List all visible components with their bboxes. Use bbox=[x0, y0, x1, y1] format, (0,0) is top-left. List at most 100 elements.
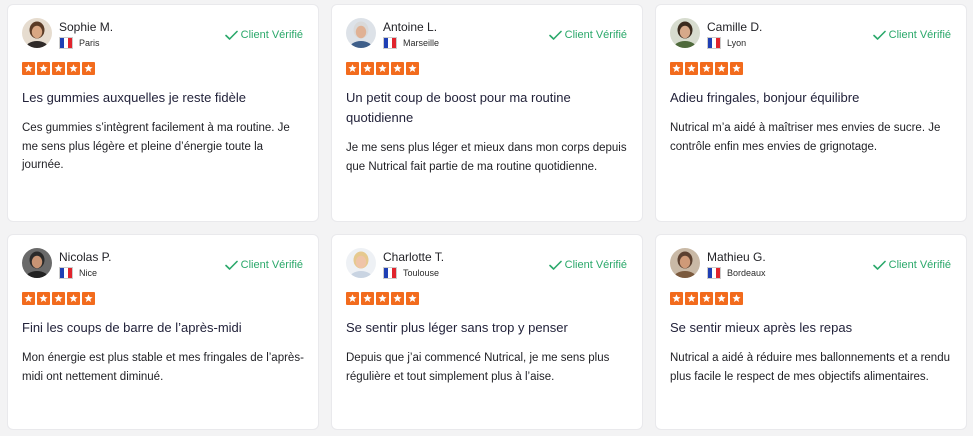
check-icon bbox=[872, 30, 886, 40]
star-icon bbox=[37, 292, 50, 305]
france-flag-icon bbox=[383, 267, 397, 279]
verified-label: Client Vérifié bbox=[240, 29, 303, 41]
star-icon bbox=[67, 62, 80, 75]
france-flag-icon bbox=[707, 267, 721, 279]
review-card: Charlotte T. Toulouse Client Vérifié Se … bbox=[331, 234, 643, 430]
avatar bbox=[22, 248, 52, 278]
star-icon bbox=[22, 292, 35, 305]
france-flag-icon bbox=[383, 37, 397, 49]
star-icon bbox=[391, 62, 404, 75]
star-icon bbox=[82, 62, 95, 75]
reviews-grid: Sophie M. Paris Client Vérifié Les gummi… bbox=[7, 4, 967, 430]
review-text: Nutrical m’a aidé à maîtriser mes envies… bbox=[670, 122, 941, 153]
review-text: Mon énergie est plus stable et mes fring… bbox=[22, 352, 304, 383]
reviewer-name: Mathieu G. bbox=[707, 250, 766, 264]
star-rating bbox=[670, 62, 952, 75]
star-rating bbox=[22, 62, 304, 75]
review-text: Nutrical a aidé à réduire mes ballonneme… bbox=[670, 352, 950, 383]
avatar bbox=[346, 18, 376, 48]
reviewer-location: Toulouse bbox=[383, 267, 444, 279]
check-icon bbox=[224, 30, 238, 40]
reviewer-city: Nice bbox=[79, 268, 98, 278]
review-title: Se sentir mieux après les repas bbox=[670, 320, 853, 335]
verified-label: Client Vérifié bbox=[888, 29, 951, 41]
star-icon bbox=[376, 292, 389, 305]
reviewer-city: Paris bbox=[79, 38, 100, 48]
reviewer-info: Sophie M. Paris bbox=[59, 18, 113, 49]
star-icon bbox=[700, 292, 713, 305]
avatar bbox=[22, 18, 52, 48]
verified-label: Client Vérifié bbox=[564, 29, 627, 41]
reviewer-location: Lyon bbox=[707, 37, 762, 49]
review-title: Les gummies auxquelles je reste fidèle bbox=[22, 90, 247, 105]
reviewer-city: Marseille bbox=[403, 38, 440, 48]
check-icon bbox=[548, 260, 562, 270]
star-icon bbox=[715, 62, 728, 75]
reviewer-city: Toulouse bbox=[403, 268, 440, 278]
star-icon bbox=[52, 292, 65, 305]
check-icon bbox=[224, 260, 238, 270]
avatar bbox=[670, 248, 700, 278]
review-text: Ces gummies s’intègrent facilement à ma … bbox=[22, 122, 290, 171]
review-card: Sophie M. Paris Client Vérifié Les gummi… bbox=[7, 4, 319, 222]
star-rating bbox=[670, 292, 952, 305]
review-card: Camille D. Lyon Client Vérifié Adieu fri… bbox=[655, 4, 967, 222]
verified-badge: Client Vérifié bbox=[548, 29, 627, 41]
star-icon bbox=[715, 292, 728, 305]
verified-label: Client Vérifié bbox=[564, 259, 627, 271]
review-title: Adieu fringales, bonjour équilibre bbox=[670, 90, 860, 105]
reviewer-name: Charlotte T. bbox=[383, 250, 445, 264]
reviewer-city: Lyon bbox=[727, 38, 747, 48]
star-icon bbox=[361, 292, 374, 305]
avatar bbox=[670, 18, 700, 48]
review-text: Depuis que j’ai commencé Nutrical, je me… bbox=[346, 352, 610, 383]
verified-badge: Client Vérifié bbox=[224, 259, 303, 271]
reviewer-name: Nicolas P. bbox=[59, 250, 112, 264]
avatar bbox=[346, 248, 376, 278]
france-flag-icon bbox=[59, 267, 73, 279]
reviewer-info: Charlotte T. Toulouse bbox=[383, 248, 444, 279]
star-icon bbox=[700, 62, 713, 75]
review-card: Nicolas P. Nice Client Vérifié Fini les … bbox=[7, 234, 319, 430]
star-icon bbox=[670, 62, 683, 75]
review-title: Se sentir plus léger sans trop y penser bbox=[346, 320, 568, 335]
verified-badge: Client Vérifié bbox=[224, 29, 303, 41]
reviewer-city: Bordeaux bbox=[727, 268, 766, 278]
review-card: Mathieu G. Bordeaux Client Vérifié Se se… bbox=[655, 234, 967, 430]
star-icon bbox=[670, 292, 683, 305]
reviewer-info: Camille D. Lyon bbox=[707, 18, 762, 49]
star-icon bbox=[376, 62, 389, 75]
france-flag-icon bbox=[707, 37, 721, 49]
star-icon bbox=[685, 62, 698, 75]
reviewer-name: Sophie M. bbox=[59, 20, 114, 34]
star-icon bbox=[361, 62, 374, 75]
review-title: Fini les coups de barre de l’après-midi bbox=[22, 320, 242, 335]
star-icon bbox=[346, 62, 359, 75]
reviewer-location: Paris bbox=[59, 37, 113, 49]
check-icon bbox=[548, 30, 562, 40]
review-text: Je me sens plus léger et mieux dans mon … bbox=[346, 142, 627, 173]
star-icon bbox=[346, 292, 359, 305]
reviewer-location: Marseille bbox=[383, 37, 439, 49]
star-icon bbox=[22, 62, 35, 75]
verified-badge: Client Vérifié bbox=[872, 29, 951, 41]
reviewer-location: Nice bbox=[59, 267, 111, 279]
reviewer-name: Camille D. bbox=[707, 20, 763, 34]
star-icon bbox=[52, 62, 65, 75]
reviewer-info: Mathieu G. Bordeaux bbox=[707, 248, 766, 279]
verified-badge: Client Vérifié bbox=[872, 259, 951, 271]
review-card: Antoine L. Marseille Client Vérifié Un p… bbox=[331, 4, 643, 222]
star-icon bbox=[406, 62, 419, 75]
verified-badge: Client Vérifié bbox=[548, 259, 627, 271]
reviewer-name: Antoine L. bbox=[383, 20, 438, 34]
reviewer-location: Bordeaux bbox=[707, 267, 766, 279]
star-icon bbox=[685, 292, 698, 305]
verified-label: Client Vérifié bbox=[888, 259, 951, 271]
star-icon bbox=[391, 292, 404, 305]
star-icon bbox=[37, 62, 50, 75]
check-icon bbox=[872, 260, 886, 270]
star-rating bbox=[346, 292, 628, 305]
star-icon bbox=[730, 62, 743, 75]
verified-label: Client Vérifié bbox=[240, 259, 303, 271]
reviewer-info: Nicolas P. Nice bbox=[59, 248, 111, 279]
